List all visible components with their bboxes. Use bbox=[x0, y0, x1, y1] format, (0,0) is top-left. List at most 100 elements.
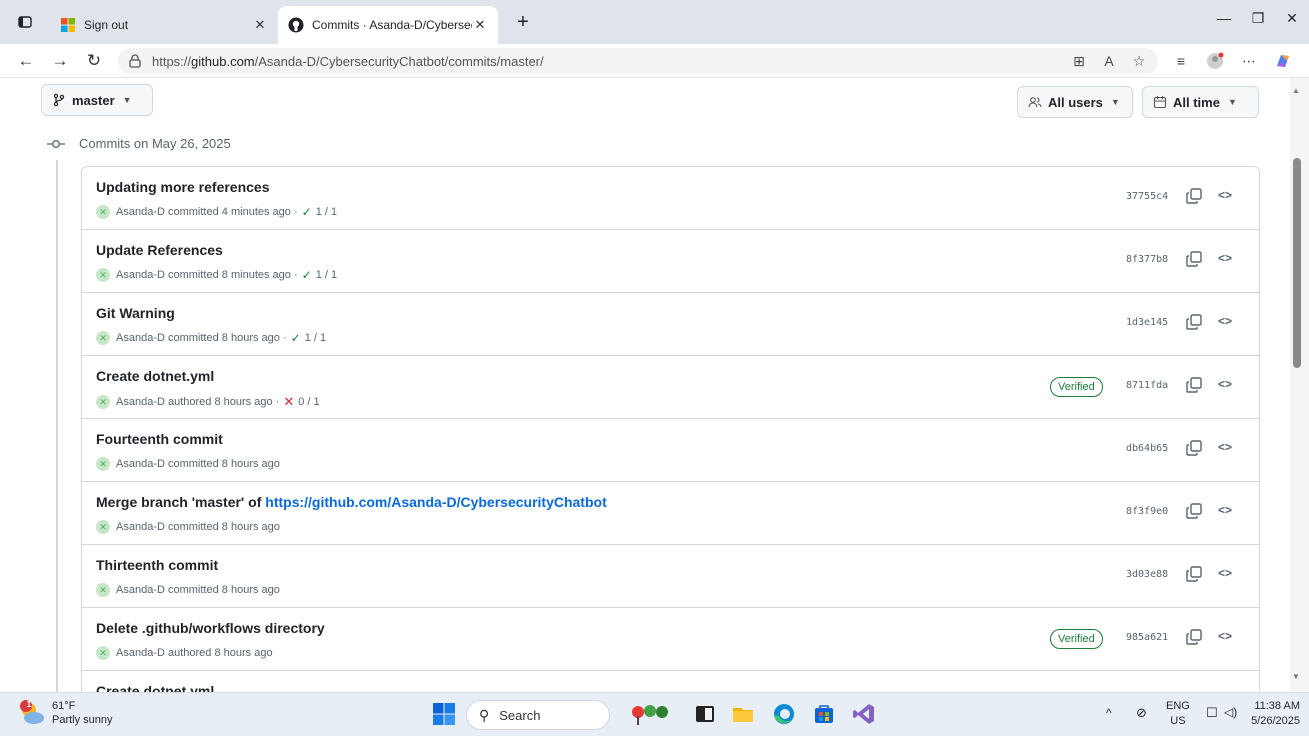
commit-message[interactable]: Merge branch 'master' of bbox=[96, 494, 265, 510]
commit-title[interactable]: Create dotnet.yml bbox=[96, 683, 214, 692]
check-count[interactable]: 1 / 1 bbox=[316, 206, 337, 218]
back-icon[interactable]: ← bbox=[14, 50, 38, 72]
commit-author[interactable]: Asanda-D bbox=[116, 269, 165, 281]
close-tab-icon[interactable]: ✕ bbox=[472, 17, 488, 33]
new-tab-button[interactable]: + bbox=[512, 11, 534, 33]
users-filter[interactable]: All users ▼ bbox=[1017, 86, 1133, 118]
display-icon[interactable]: ☐ bbox=[1206, 705, 1218, 720]
commit-message[interactable]: Thirteenth commit bbox=[96, 557, 218, 573]
commit-row[interactable]: Git Warning ✕ Asanda-D committed 8 hours a… bbox=[82, 293, 1259, 356]
browse-code-icon[interactable]: <> bbox=[1218, 440, 1232, 454]
copilot-icon[interactable] bbox=[1272, 51, 1294, 71]
avatar[interactable]: ✕ bbox=[96, 457, 110, 471]
avatar[interactable]: ✕ bbox=[96, 395, 110, 409]
copy-icon[interactable] bbox=[1185, 313, 1203, 331]
commit-author[interactable]: Asanda-D bbox=[116, 396, 165, 408]
check-icon[interactable]: ✓ bbox=[291, 331, 301, 345]
commit-title[interactable]: Delete .github/workflows directory bbox=[96, 620, 325, 636]
tab-commits[interactable]: Commits · Asanda-D/Cybersecurit ✕ bbox=[278, 6, 498, 44]
commit-title[interactable]: Update References bbox=[96, 242, 223, 258]
network-status-icon[interactable]: ⊘ bbox=[1136, 705, 1147, 720]
commit-row[interactable]: Updating more references ✕ Asanda-D commit… bbox=[82, 167, 1259, 230]
verified-badge[interactable]: Verified bbox=[1050, 629, 1103, 649]
copy-icon[interactable] bbox=[1185, 565, 1203, 583]
copy-icon[interactable] bbox=[1185, 250, 1203, 268]
check-icon[interactable]: ✓ bbox=[302, 205, 312, 219]
commit-sha[interactable]: 8711fda bbox=[1126, 380, 1168, 391]
taskbar-search[interactable]: ⚲ Search bbox=[466, 700, 610, 730]
commit-message[interactable]: Create dotnet.yml bbox=[96, 368, 214, 384]
check-icon[interactable]: ✓ bbox=[302, 268, 312, 282]
commit-title[interactable]: Fourteenth commit bbox=[96, 431, 223, 447]
branch-selector[interactable]: master ▼ bbox=[41, 84, 153, 116]
copy-icon[interactable] bbox=[1185, 628, 1203, 646]
avatar[interactable]: ✕ bbox=[96, 268, 110, 282]
page-scrollbar[interactable]: ▲ ▼ bbox=[1290, 78, 1309, 692]
commit-author[interactable]: Asanda-D bbox=[116, 332, 165, 344]
terminal-app-icon[interactable] bbox=[693, 702, 717, 726]
edge-browser-icon[interactable] bbox=[772, 702, 796, 726]
browse-code-icon[interactable]: <> bbox=[1218, 251, 1232, 265]
commit-row[interactable]: Create dotnet.yml bbox=[82, 671, 1259, 692]
commit-message[interactable]: Delete .github/workflows directory bbox=[96, 620, 325, 636]
commit-title[interactable]: Git Warning bbox=[96, 305, 175, 321]
commit-row[interactable]: Fourteenth commit ✕ Asanda-D committed 8 h… bbox=[82, 419, 1259, 482]
browse-code-icon[interactable]: <> bbox=[1218, 314, 1232, 328]
refresh-icon[interactable]: ↻ bbox=[82, 50, 106, 72]
check-count[interactable]: 1 / 1 bbox=[305, 332, 326, 344]
scrollbar-thumb[interactable] bbox=[1293, 158, 1301, 368]
browse-code-icon[interactable]: <> bbox=[1218, 188, 1232, 202]
check-count[interactable]: 1 / 1 bbox=[316, 269, 337, 281]
commit-row[interactable]: Merge branch 'master' of https://github.… bbox=[82, 482, 1259, 545]
commit-title[interactable]: Create dotnet.yml bbox=[96, 368, 214, 384]
commit-message[interactable]: Update References bbox=[96, 242, 223, 258]
commit-title[interactable]: Updating more references bbox=[96, 179, 270, 195]
commit-row[interactable]: Update References ✕ Asanda-D committed 8 m… bbox=[82, 230, 1259, 293]
commit-row[interactable]: Thirteenth commit ✕ Asanda-D committed 8 h… bbox=[82, 545, 1259, 608]
commit-row[interactable]: Delete .github/workflows directory ✕ Asand… bbox=[82, 608, 1259, 671]
copy-icon[interactable] bbox=[1185, 502, 1203, 520]
avatar[interactable]: ✕ bbox=[96, 646, 110, 660]
commit-author[interactable]: Asanda-D bbox=[116, 647, 165, 659]
reader-view-icon[interactable]: ⊞ bbox=[1068, 51, 1090, 71]
commit-message-link[interactable]: https://github.com/Asanda-D/Cybersecurit… bbox=[265, 494, 606, 510]
commit-author[interactable]: Asanda-D bbox=[116, 458, 165, 470]
avatar[interactable]: ✕ bbox=[96, 583, 110, 597]
verified-badge[interactable]: Verified bbox=[1050, 377, 1103, 397]
commit-sha[interactable]: 37755c4 bbox=[1126, 191, 1168, 202]
commit-message[interactable]: Fourteenth commit bbox=[96, 431, 223, 447]
language-indicator[interactable]: ENG US bbox=[1166, 699, 1190, 729]
commit-author[interactable]: Asanda-D bbox=[116, 584, 165, 596]
commit-sha[interactable]: 8f3f9e0 bbox=[1126, 506, 1168, 517]
avatar[interactable]: ✕ bbox=[96, 205, 110, 219]
commit-title[interactable]: Merge branch 'master' of https://github.… bbox=[96, 494, 607, 510]
close-tab-icon[interactable]: ✕ bbox=[252, 17, 268, 33]
scroll-up-icon[interactable]: ▲ bbox=[1292, 86, 1300, 95]
favorites-icon[interactable]: ≡ bbox=[1170, 51, 1192, 71]
x-icon[interactable]: ✕ bbox=[283, 394, 294, 410]
time-filter[interactable]: All time ▼ bbox=[1142, 86, 1259, 118]
commit-message[interactable]: Create dotnet.yml bbox=[96, 683, 214, 692]
copy-icon[interactable] bbox=[1185, 439, 1203, 457]
clock[interactable]: 11:38 AM 5/26/2025 bbox=[1250, 699, 1300, 729]
check-count[interactable]: 0 / 1 bbox=[298, 396, 319, 408]
widgets-flowers-icon[interactable] bbox=[630, 702, 670, 726]
browse-code-icon[interactable]: <> bbox=[1218, 503, 1232, 517]
avatar[interactable]: ✕ bbox=[96, 331, 110, 345]
commit-sha[interactable]: 1d3e145 bbox=[1126, 317, 1168, 328]
avatar[interactable]: ✕ bbox=[96, 520, 110, 534]
commit-title[interactable]: Thirteenth commit bbox=[96, 557, 218, 573]
browse-code-icon[interactable]: <> bbox=[1218, 377, 1232, 391]
commit-row[interactable]: Create dotnet.yml ✕ Asanda-D authored 8 ho… bbox=[82, 356, 1259, 419]
favorite-star-icon[interactable]: ☆ bbox=[1128, 51, 1150, 71]
address-bar[interactable]: https://github.com/Asanda-D/Cybersecurit… bbox=[118, 48, 1158, 74]
tab-sign-out[interactable]: Sign out ✕ bbox=[50, 6, 278, 44]
browse-code-icon[interactable]: <> bbox=[1218, 629, 1232, 643]
windows-start-icon[interactable] bbox=[432, 702, 456, 726]
tray-overflow-icon[interactable]: ^ bbox=[1106, 706, 1112, 721]
volume-icon[interactable]: ◁) bbox=[1224, 705, 1237, 720]
commit-sha[interactable]: 8f377b8 bbox=[1126, 254, 1168, 265]
read-aloud-icon[interactable]: A bbox=[1098, 51, 1120, 71]
profile-avatar-icon[interactable] bbox=[1204, 51, 1226, 71]
tab-actions-icon[interactable] bbox=[14, 11, 36, 33]
